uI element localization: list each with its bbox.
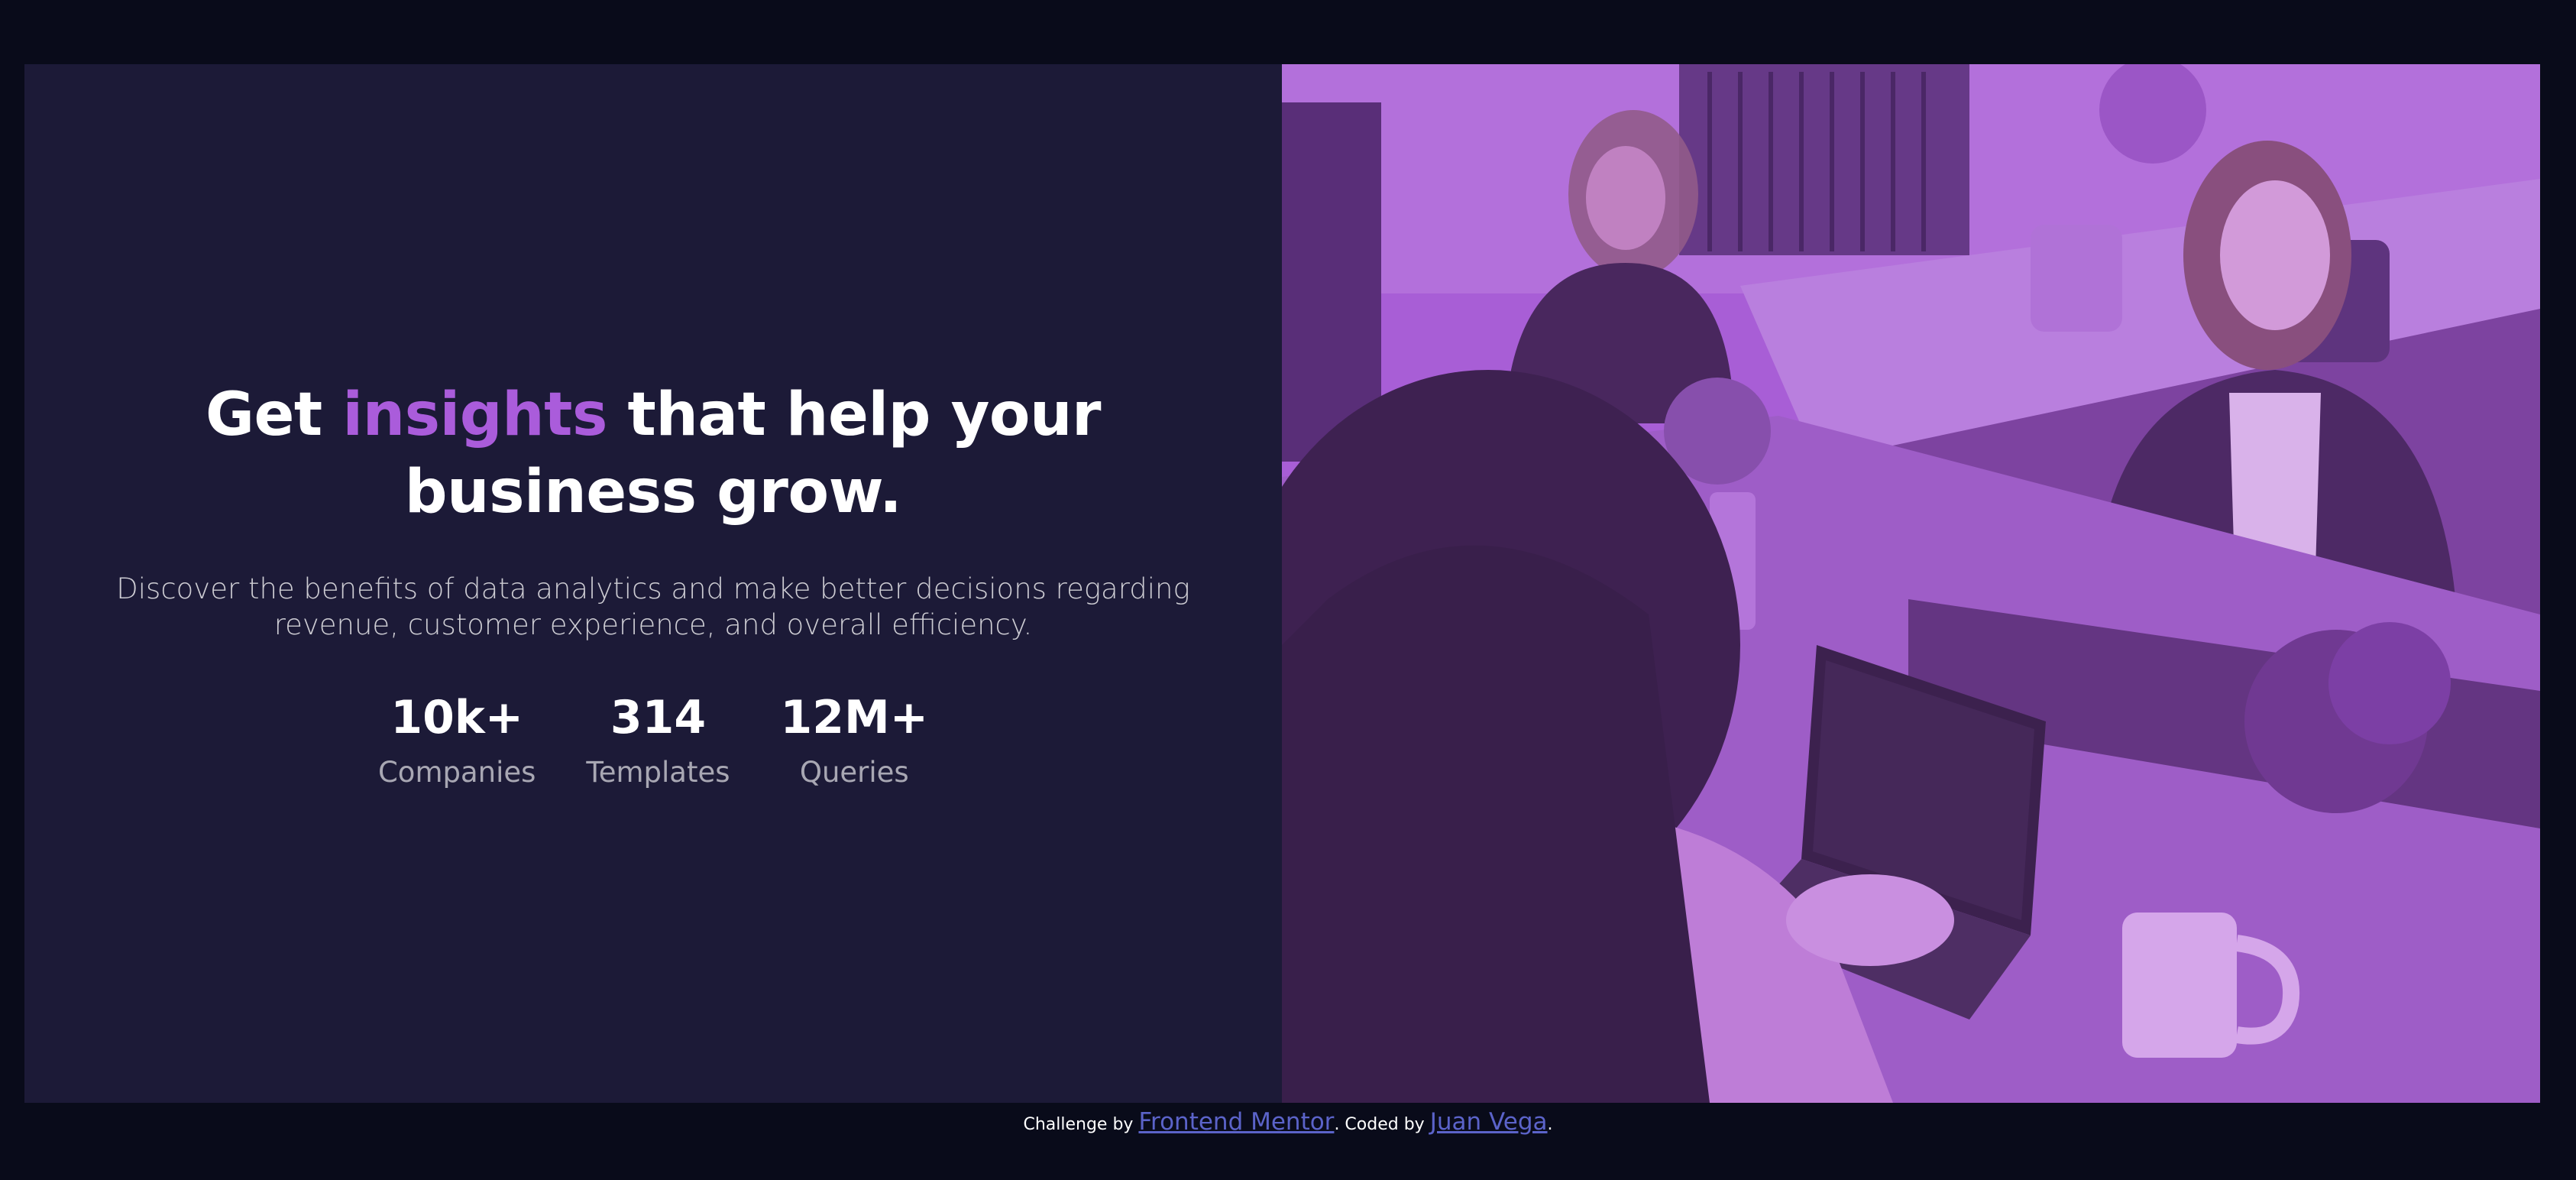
stats-row: 10k+ Companies 314 Templates 12M+ Querie… [378, 690, 928, 791]
description: Discover the benefits of data analytics … [116, 572, 1190, 641]
card-content: Get insights that help your business gro… [24, 64, 1282, 1103]
stat-value: 314 [610, 690, 707, 744]
stat-templates: 314 Templates [586, 690, 730, 791]
stat-queries: 12M+ Queries [781, 690, 928, 791]
headline: Get insights that help your business gro… [92, 377, 1215, 531]
stat-label: Companies [377, 755, 536, 789]
stats-preview-card: Get insights that help your business gro… [24, 64, 2540, 1103]
headline-accent-word: insights [342, 380, 607, 449]
stat-companies: 10k+ Companies [378, 690, 536, 791]
frontend-mentor-link[interactable]: Frontend Mentor [1138, 1108, 1334, 1136]
stat-value: 10k+ [390, 690, 524, 744]
stat-label: Templates [586, 755, 730, 789]
attribution-suffix: . [1547, 1115, 1553, 1134]
headline-text-start: Get [205, 380, 343, 449]
purple-overlay [1282, 64, 2540, 1103]
stat-value: 12M+ [780, 690, 929, 744]
attribution-prefix: Challenge by [1023, 1115, 1139, 1134]
photo-illustration [1282, 64, 2540, 1103]
attribution-middle: . Coded by [1334, 1115, 1430, 1134]
stat-label: Queries [799, 755, 909, 789]
attribution: Challenge by Frontend Mentor. Coded by J… [0, 1103, 2576, 1141]
author-link[interactable]: Juan Vega [1430, 1108, 1548, 1136]
office-meeting-photo [1282, 64, 2540, 1103]
